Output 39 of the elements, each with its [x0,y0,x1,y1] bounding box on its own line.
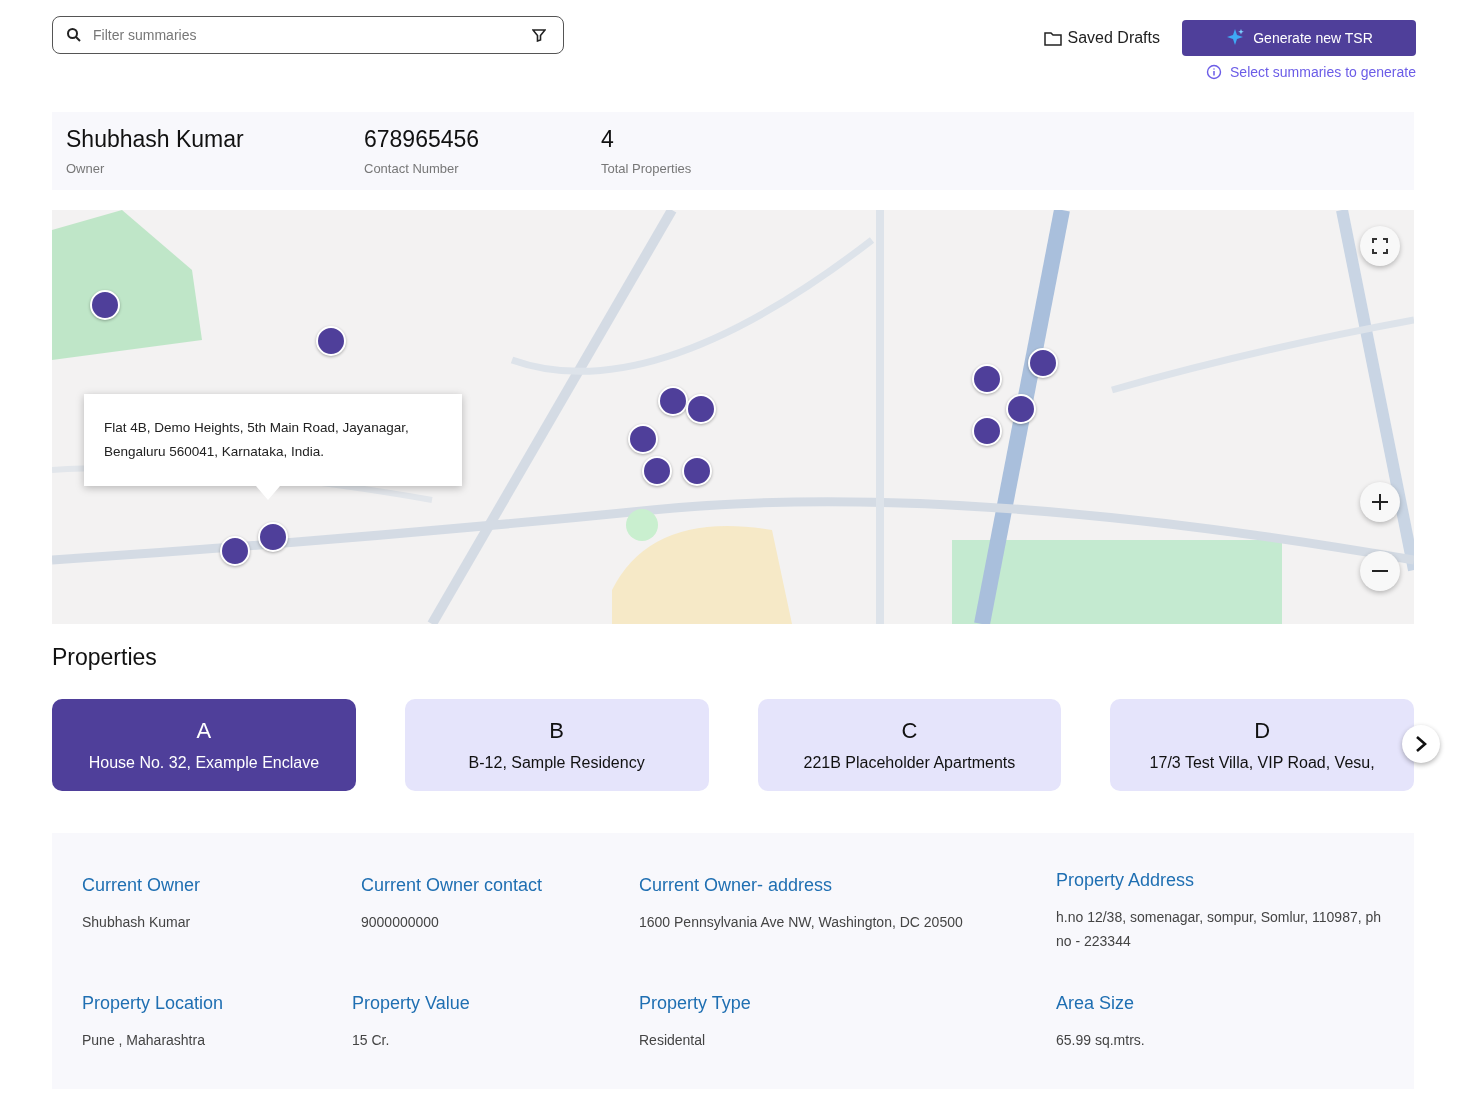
detail-value: 15 Cr. [352,1031,390,1050]
detail-label: Current Owner- address [639,875,833,896]
detail-value: Pune , Maharashtra [82,1031,205,1050]
zoom-in-icon [1372,494,1388,510]
hint-text: Select summaries to generate [1230,64,1416,80]
detail-value: Shubhash Kumar [82,913,191,932]
detail-value: 9000000000 [361,913,439,932]
summary-value: 4 [601,126,615,153]
summary-value: 678965456 [364,126,481,153]
detail-value: 1600 Pennsylvania Ave NW, Washington, DC 20500 [639,913,963,932]
chevron-right-icon [1414,735,1428,753]
detail-value: h.no 12/38, somenagar, sompur, Somlur, 110987, ph no - 223344 [1056,908,1383,951]
property-card[interactable]: B B-12, Sample Residency [404,699,709,791]
detail-value: 65.99 sq.mtrs. [1056,1031,1145,1050]
property-card[interactable]: A House No. 32, Example Enclave [52,699,356,791]
property-card[interactable]: C 221B Placeholder Apartments [757,699,1062,791]
detail-label: Current Owner [82,875,201,896]
summary-value: Shubhash Kumar [66,126,245,153]
summary-label: Owner [66,161,106,176]
saved-drafts-button[interactable]: Saved Drafts [1043,29,1160,47]
folder-icon [1043,30,1062,46]
section-title: Properties [52,644,158,671]
tooltip-pointer [256,486,280,500]
detail-label: Property Address [1056,870,1195,891]
detail-value: Residental [639,1031,706,1050]
property-card[interactable]: D 17/3 Test Villa, VIP Road, Vesu, [1110,699,1414,791]
summary-label: Contact Number [364,161,460,176]
detail-label: Property Value [352,993,470,1014]
detail-label: Property Type [639,993,751,1014]
info-icon [1206,64,1222,80]
next-button[interactable] [1402,725,1440,763]
generate-button[interactable]: Generate new TSR [1182,20,1416,56]
fullscreen-icon [1372,238,1388,254]
detail-label: Area Size [1056,993,1135,1014]
summary-label: Total Properties [601,161,692,176]
search-field[interactable]: Filter summaries [52,16,564,54]
detail-label: Current Owner contact [361,875,543,896]
detail-label: Property Location [82,993,224,1014]
filter-icon [532,28,546,42]
